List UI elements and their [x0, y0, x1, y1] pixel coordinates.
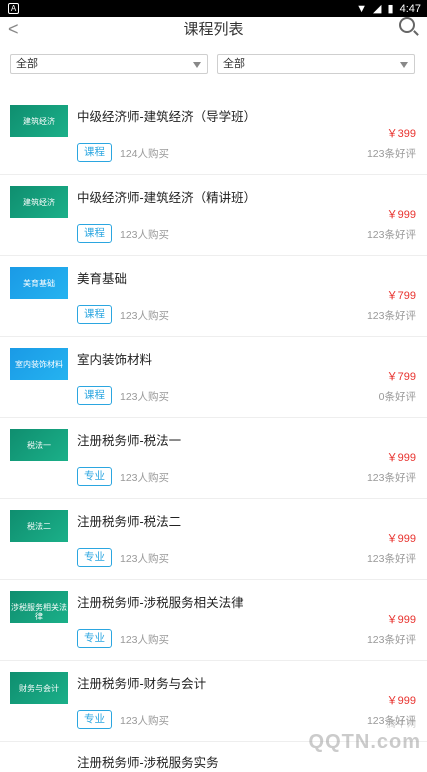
status-right: ▼ ◢ ▮ 4:47: [356, 2, 421, 16]
course-item[interactable]: 税法一 注册税务师-税法一 ￥999 专业 123人购买 123条好评: [0, 418, 427, 499]
buyer-count: 123人购买: [120, 310, 170, 322]
status-bar: A ▼ ◢ ▮ 4:47: [0, 0, 427, 17]
review-count: 0条好评: [378, 391, 416, 403]
course-tag: 专业: [77, 629, 112, 648]
course-title: 室内装饰材料: [77, 353, 153, 367]
course-tag: 课程: [77, 143, 112, 162]
course-item[interactable]: 建筑经济 中级经济师-建筑经济（精讲班） ￥999 课程 123人购买 123条…: [0, 175, 427, 256]
course-thumbnail: 税法二: [10, 510, 68, 542]
search-icon[interactable]: [399, 17, 415, 33]
buyer-count: 123人购买: [120, 715, 170, 727]
navbar: < 课程列表: [0, 17, 427, 41]
course-tag: 课程: [77, 305, 112, 324]
course-tag: 专业: [77, 710, 112, 729]
course-price: ￥999: [386, 695, 416, 707]
course-item[interactable]: 财务与会计 注册税务师-财务与会计 ￥999 专业 123人购买 123条好评: [0, 661, 427, 742]
review-count: 123条好评: [366, 472, 416, 484]
course-tag: 专业: [77, 548, 112, 567]
course-thumbnail: 美育基础: [10, 267, 68, 299]
course-price: ￥999: [386, 533, 416, 545]
course-price: ￥999: [386, 614, 416, 626]
course-price: ￥799: [386, 290, 416, 302]
course-thumbnail: 建筑经济: [10, 105, 68, 137]
watermark-text: QQTN.com: [308, 731, 421, 753]
chevron-down-icon: [400, 62, 408, 68]
course-item[interactable]: 美育基础 美育基础 ￥799 课程 123人购买 123条好评: [0, 256, 427, 337]
course-title: 中级经济师-建筑经济（精讲班）: [77, 191, 257, 205]
wifi-icon: ▼: [356, 2, 368, 15]
course-price: ￥999: [386, 452, 416, 464]
course-tag: 课程: [77, 224, 112, 243]
buyer-count: 123人购买: [120, 472, 170, 484]
watermark-logo: 腾牛网 QQTN.com: [308, 719, 421, 754]
course-title: 注册税务师-涉税服务实务: [77, 756, 219, 770]
filter-value: 全部: [16, 58, 38, 70]
filter-bar: 全部 全部: [0, 41, 427, 81]
clock: 4:47: [399, 2, 421, 15]
course-price: ￥799: [386, 371, 416, 383]
review-count: 123条好评: [366, 310, 416, 322]
course-price: ￥399: [386, 128, 416, 140]
category-filter-select[interactable]: 全部: [10, 54, 208, 74]
filter-value: 全部: [223, 58, 245, 70]
course-item[interactable]: 建筑经济 中级经济师-建筑经济（导学班） ￥399 课程 124人购买 123条…: [0, 94, 427, 175]
buyer-count: 123人购买: [120, 634, 170, 646]
course-tag: 专业: [77, 467, 112, 486]
buyer-count: 123人购买: [120, 229, 170, 241]
type-filter-select[interactable]: 全部: [217, 54, 415, 74]
review-count: 123条好评: [366, 148, 416, 160]
buyer-count: 124人购买: [120, 148, 170, 160]
course-thumbnail: 财务与会计: [10, 672, 68, 704]
course-item[interactable]: 税法二 注册税务师-税法二 ￥999 专业 123人购买 123条好评: [0, 499, 427, 580]
signal-icon: ◢: [373, 3, 382, 15]
review-count: 123条好评: [366, 553, 416, 565]
chevron-down-icon: [193, 62, 201, 68]
course-title: 中级经济师-建筑经济（导学班）: [77, 110, 257, 124]
course-tag: 课程: [77, 386, 112, 405]
buyer-count: 123人购买: [120, 553, 170, 565]
course-thumbnail: 室内装饰材料: [10, 348, 68, 380]
notification-icon: A: [8, 3, 19, 14]
watermark-small-text: 腾牛网: [386, 719, 417, 729]
page-title: 课程列表: [183, 21, 244, 38]
course-item[interactable]: 涉税服务相关法律 注册税务师-涉税服务相关法律 ￥999 专业 123人购买 1…: [0, 580, 427, 661]
review-count: 123条好评: [366, 229, 416, 241]
course-list: 建筑经济 中级经济师-建筑经济（导学班） ￥399 课程 124人购买 123条…: [0, 94, 427, 772]
course-title: 注册税务师-涉税服务相关法律: [77, 596, 244, 610]
battery-icon: ▮: [387, 3, 394, 15]
course-thumbnail: 建筑经济: [10, 186, 68, 218]
course-thumbnail: 税法一: [10, 429, 68, 461]
course-thumbnail: 涉税服务相关法律: [10, 591, 68, 623]
course-title: 注册税务师-财务与会计: [77, 677, 207, 691]
course-title: 美育基础: [77, 272, 128, 286]
course-title: 注册税务师-税法一: [77, 434, 182, 448]
buyer-count: 123人购买: [120, 391, 170, 403]
course-title: 注册税务师-税法二: [77, 515, 182, 529]
course-item[interactable]: 室内装饰材料 室内装饰材料 ￥799 课程 123人购买 0条好评: [0, 337, 427, 418]
review-count: 123条好评: [366, 634, 416, 646]
course-price: ￥999: [386, 209, 416, 221]
